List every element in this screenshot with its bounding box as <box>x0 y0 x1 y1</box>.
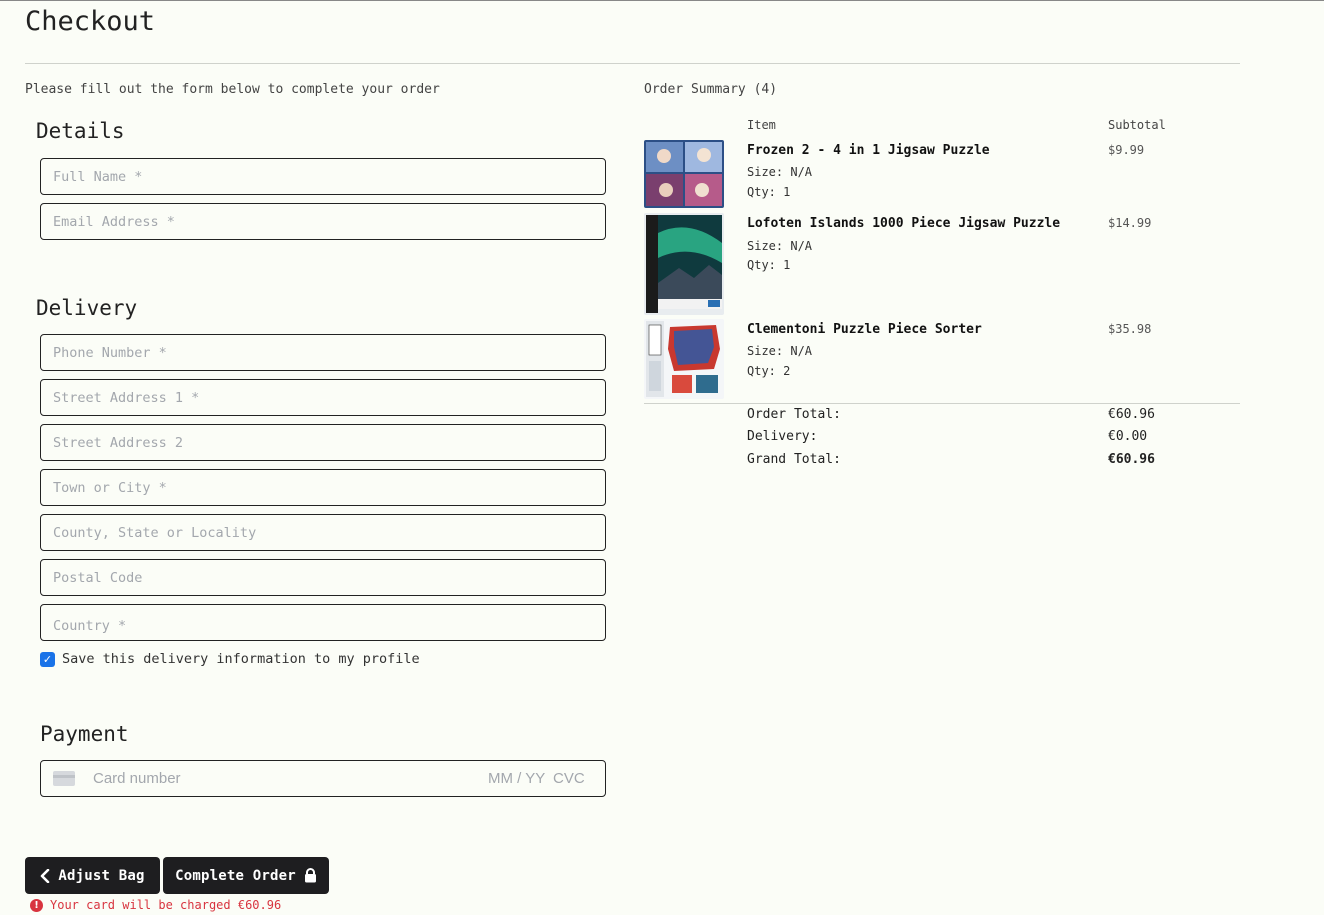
delivery-heading: Delivery <box>36 296 138 320</box>
adjust-bag-label: Adjust Bag <box>58 867 145 884</box>
order-total-label: Order Total: <box>747 407 841 422</box>
item-name: Clementoni Puzzle Piece Sorter <box>747 322 982 337</box>
product-image-sorter[interactable] <box>644 319 724 399</box>
product-image-lofoten[interactable] <box>644 213 724 315</box>
chevron-left-icon <box>40 868 50 883</box>
item-size: Size: N/A <box>747 344 813 358</box>
street-address-2-input[interactable] <box>40 424 606 461</box>
complete-order-label: Complete Order <box>175 867 296 884</box>
complete-order-button[interactable]: Complete Order <box>163 857 329 894</box>
charge-message: ! Your card will be charged €60.96 <box>30 898 281 912</box>
item-subtotal: $35.98 <box>1108 322 1152 336</box>
save-info-row[interactable]: ✓ Save this delivery information to my p… <box>40 651 420 667</box>
grand-total-value: €60.96 <box>1108 452 1155 467</box>
delivery-value: €0.00 <box>1108 429 1148 444</box>
item-size: Size: N/A <box>747 239 813 253</box>
full-name-input[interactable] <box>40 158 606 195</box>
product-image-frozen[interactable] <box>644 140 724 208</box>
subtotal-column-header: Subtotal <box>1108 118 1166 132</box>
country-select[interactable] <box>40 604 606 641</box>
order-total-value: €60.96 <box>1108 407 1155 422</box>
item-name: Frozen 2 - 4 in 1 Jigsaw Puzzle <box>747 143 990 158</box>
grand-total-label: Grand Total: <box>747 452 841 467</box>
town-input[interactable] <box>40 469 606 506</box>
save-info-checkbox[interactable]: ✓ <box>40 651 55 667</box>
payment-heading: Payment <box>40 722 129 746</box>
item-subtotal: $14.99 <box>1108 216 1152 230</box>
title-divider <box>25 63 1240 64</box>
email-input[interactable] <box>40 203 606 240</box>
card-number-placeholder[interactable]: Card number <box>93 770 181 787</box>
summary-divider <box>644 403 1240 404</box>
item-qty: Qty: 1 <box>747 258 791 272</box>
postcode-input[interactable] <box>40 559 606 596</box>
delivery-label: Delivery: <box>747 429 818 444</box>
card-cvc-placeholder[interactable]: CVC <box>553 770 585 787</box>
item-subtotal: $9.99 <box>1108 143 1145 157</box>
phone-input[interactable] <box>40 334 606 371</box>
credit-card-icon <box>53 771 75 786</box>
adjust-bag-button[interactable]: Adjust Bag <box>25 857 160 894</box>
page-title: Checkout <box>25 6 156 37</box>
save-info-label: Save this delivery information to my pro… <box>62 651 420 667</box>
item-qty: Qty: 2 <box>747 364 791 378</box>
error-icon: ! <box>30 898 43 912</box>
lock-icon <box>304 868 317 883</box>
form-instructions: Please fill out the form below to comple… <box>25 82 440 97</box>
item-qty: Qty: 1 <box>747 185 791 199</box>
details-heading: Details <box>36 119 125 143</box>
top-border <box>0 0 1324 1</box>
item-column-header: Item <box>747 118 776 132</box>
card-expiry-placeholder[interactable]: MM / YY <box>488 770 545 787</box>
card-element[interactable]: Card number MM / YY CVC <box>40 760 606 797</box>
item-size: Size: N/A <box>747 165 813 179</box>
item-name: Lofoten Islands 1000 Piece Jigsaw Puzzle <box>747 216 1061 231</box>
charge-message-text: Your card will be charged €60.96 <box>50 898 282 912</box>
county-input[interactable] <box>40 514 606 551</box>
order-summary-title: Order Summary (4) <box>644 82 778 97</box>
street-address-1-input[interactable] <box>40 379 606 416</box>
